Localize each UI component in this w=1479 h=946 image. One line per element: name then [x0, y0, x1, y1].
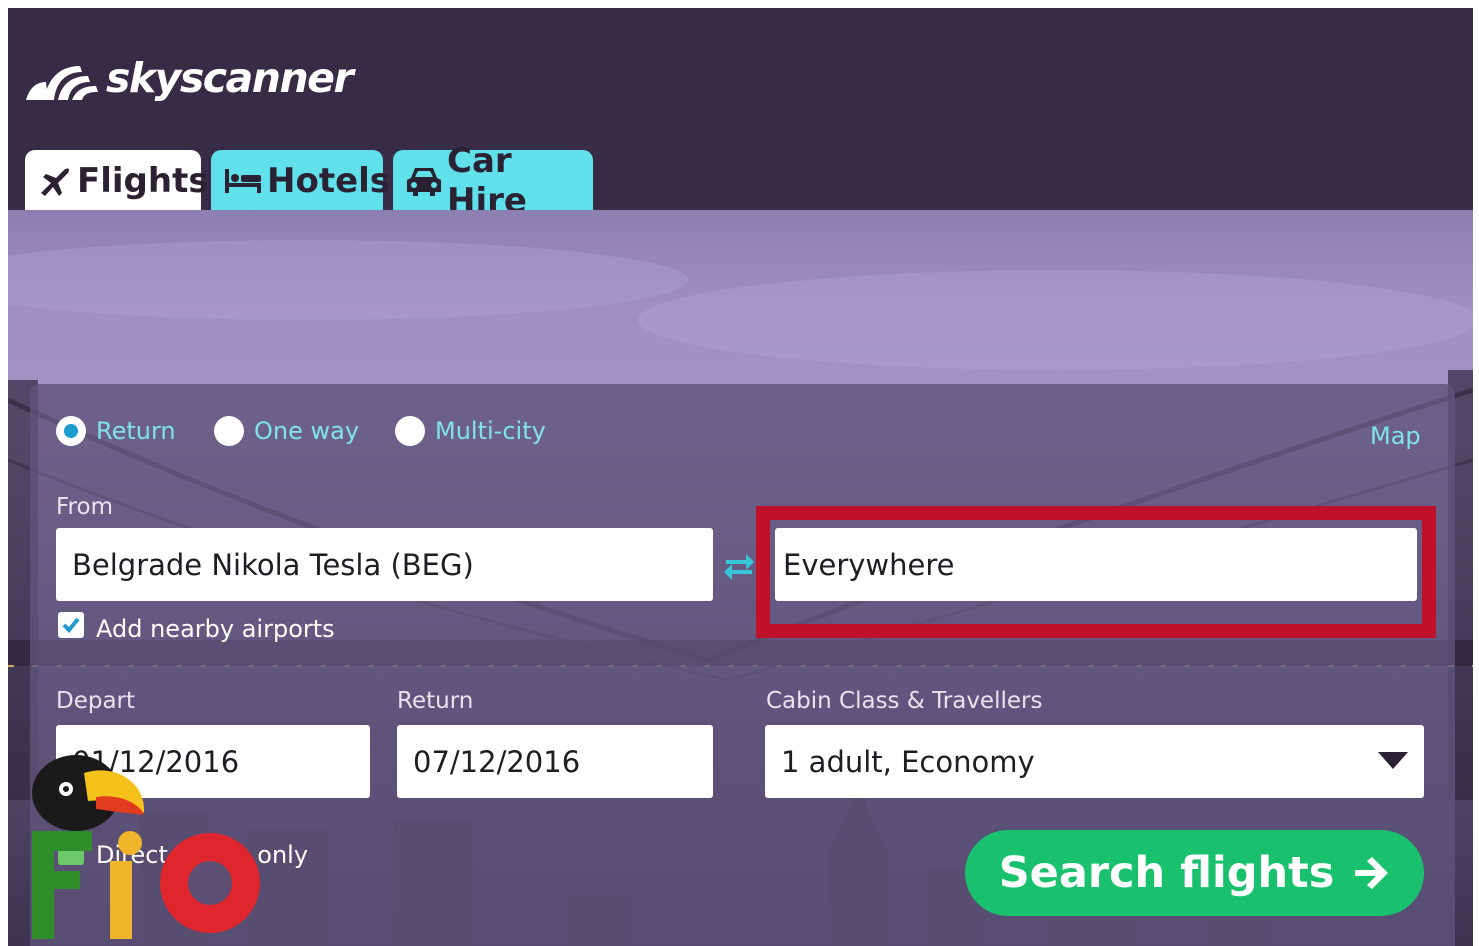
page-frame: skyscanner Flights Hotels Car Hire Retur…: [8, 8, 1473, 946]
toucan-watermark-icon: [32, 755, 260, 939]
to-value: Everywhere: [783, 547, 955, 582]
skyscanner-logo[interactable]: skyscanner: [24, 48, 354, 108]
tab-flights-label: Flights: [77, 161, 209, 201]
to-input[interactable]: Everywhere: [775, 528, 1417, 601]
return-value: 07/12/2016: [413, 744, 581, 779]
header: skyscanner Flights Hotels Car Hire: [8, 8, 1473, 221]
radio-multi-city-label: Multi-city: [435, 417, 546, 445]
tab-car-hire-label: Car Hire: [447, 141, 527, 221]
tab-hotels-label: Hotels: [267, 161, 391, 201]
radio-one-way[interactable]: One way: [214, 416, 359, 446]
bed-icon: [223, 165, 263, 197]
radio-one-way-label: One way: [254, 417, 360, 445]
radio-unselected-icon: [214, 416, 244, 446]
car-icon: [405, 164, 443, 198]
swap-icon[interactable]: [720, 548, 758, 586]
return-date-input[interactable]: 07/12/2016: [397, 725, 713, 798]
map-link[interactable]: Map: [1370, 422, 1421, 450]
radio-return[interactable]: Return: [56, 416, 176, 446]
checkmark-icon: [62, 617, 80, 633]
tab-hotels[interactable]: Hotels: [211, 150, 390, 212]
plane-icon: [37, 163, 73, 199]
tab-car-hire[interactable]: Car Hire: [393, 141, 593, 221]
tab-flights[interactable]: Flights: [25, 150, 209, 212]
search-flights-button[interactable]: Search flights: [965, 830, 1424, 916]
from-label: From: [56, 494, 113, 520]
radio-return-label: Return: [96, 417, 176, 445]
brand-name: skyscanner: [106, 54, 354, 102]
cabin-travellers-select[interactable]: 1 adult, Economy: [765, 725, 1424, 798]
depart-label: Depart: [56, 688, 136, 714]
sunrise-logo-icon: [26, 66, 98, 100]
cabin-label: Cabin Class & Travellers: [766, 688, 1043, 714]
arrow-right-icon: [1355, 857, 1389, 889]
chevron-down-icon: [1378, 752, 1408, 769]
from-input[interactable]: Belgrade Nikola Tesla (BEG): [56, 528, 713, 601]
radio-multi-city[interactable]: Multi-city: [395, 416, 546, 446]
return-label: Return: [397, 688, 474, 714]
radio-selected-icon: [56, 416, 86, 446]
search-flights-label: Search flights: [998, 848, 1335, 898]
cabin-value: 1 adult, Economy: [781, 744, 1035, 779]
radio-unselected-icon: [395, 416, 425, 446]
nearby-airports-label: Add nearby airports: [96, 615, 335, 643]
nearby-airports-checkbox[interactable]: [58, 612, 84, 638]
from-value: Belgrade Nikola Tesla (BEG): [72, 547, 474, 582]
